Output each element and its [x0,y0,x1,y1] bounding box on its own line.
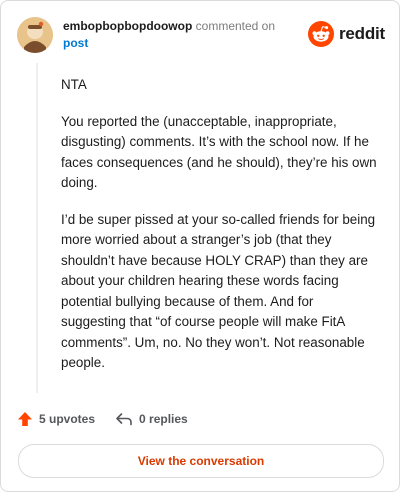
reddit-logo-icon [307,21,334,47]
post-link[interactable]: post [63,36,88,50]
upvote-count: 5 upvotes [39,412,96,426]
reddit-brand[interactable]: reddit [307,21,385,47]
comment-paragraph: NTA [61,77,87,92]
user-avatar[interactable] [17,17,53,53]
comment-body: NTA You reported the (unacceptable, inap… [61,75,379,390]
comment-meta: embopbopbopdoowop commented on post [63,18,275,52]
upvote-arrow-icon [18,412,32,426]
reply-button[interactable]: 0 replies [115,411,188,427]
avatar-illustration-icon [17,17,53,53]
action-text: commented on [195,19,276,33]
brand-wordmark: reddit [338,24,385,43]
comment-paragraph: I’d be super pissed at your so-called fr… [61,211,376,371]
upvote-button[interactable]: 5 upvotes [17,411,95,427]
username-link[interactable]: embopbopbopdoowop [63,19,192,33]
thread-line [36,63,38,393]
comment-embed-card: embopbopbopdoowop commented on post redd… [0,0,400,492]
view-conversation-label: View the conversation [137,454,265,468]
comment-header: embopbopbopdoowop commented on post redd… [17,15,385,55]
comment-paragraph: You reported the (unacceptable, inapprop… [61,113,377,191]
reply-count: 0 replies [139,412,188,426]
view-conversation-button[interactable]: View the conversation [18,444,384,478]
reply-arrow-icon [116,413,132,426]
comment-stats-bar: 5 upvotes 0 replies [17,409,208,429]
